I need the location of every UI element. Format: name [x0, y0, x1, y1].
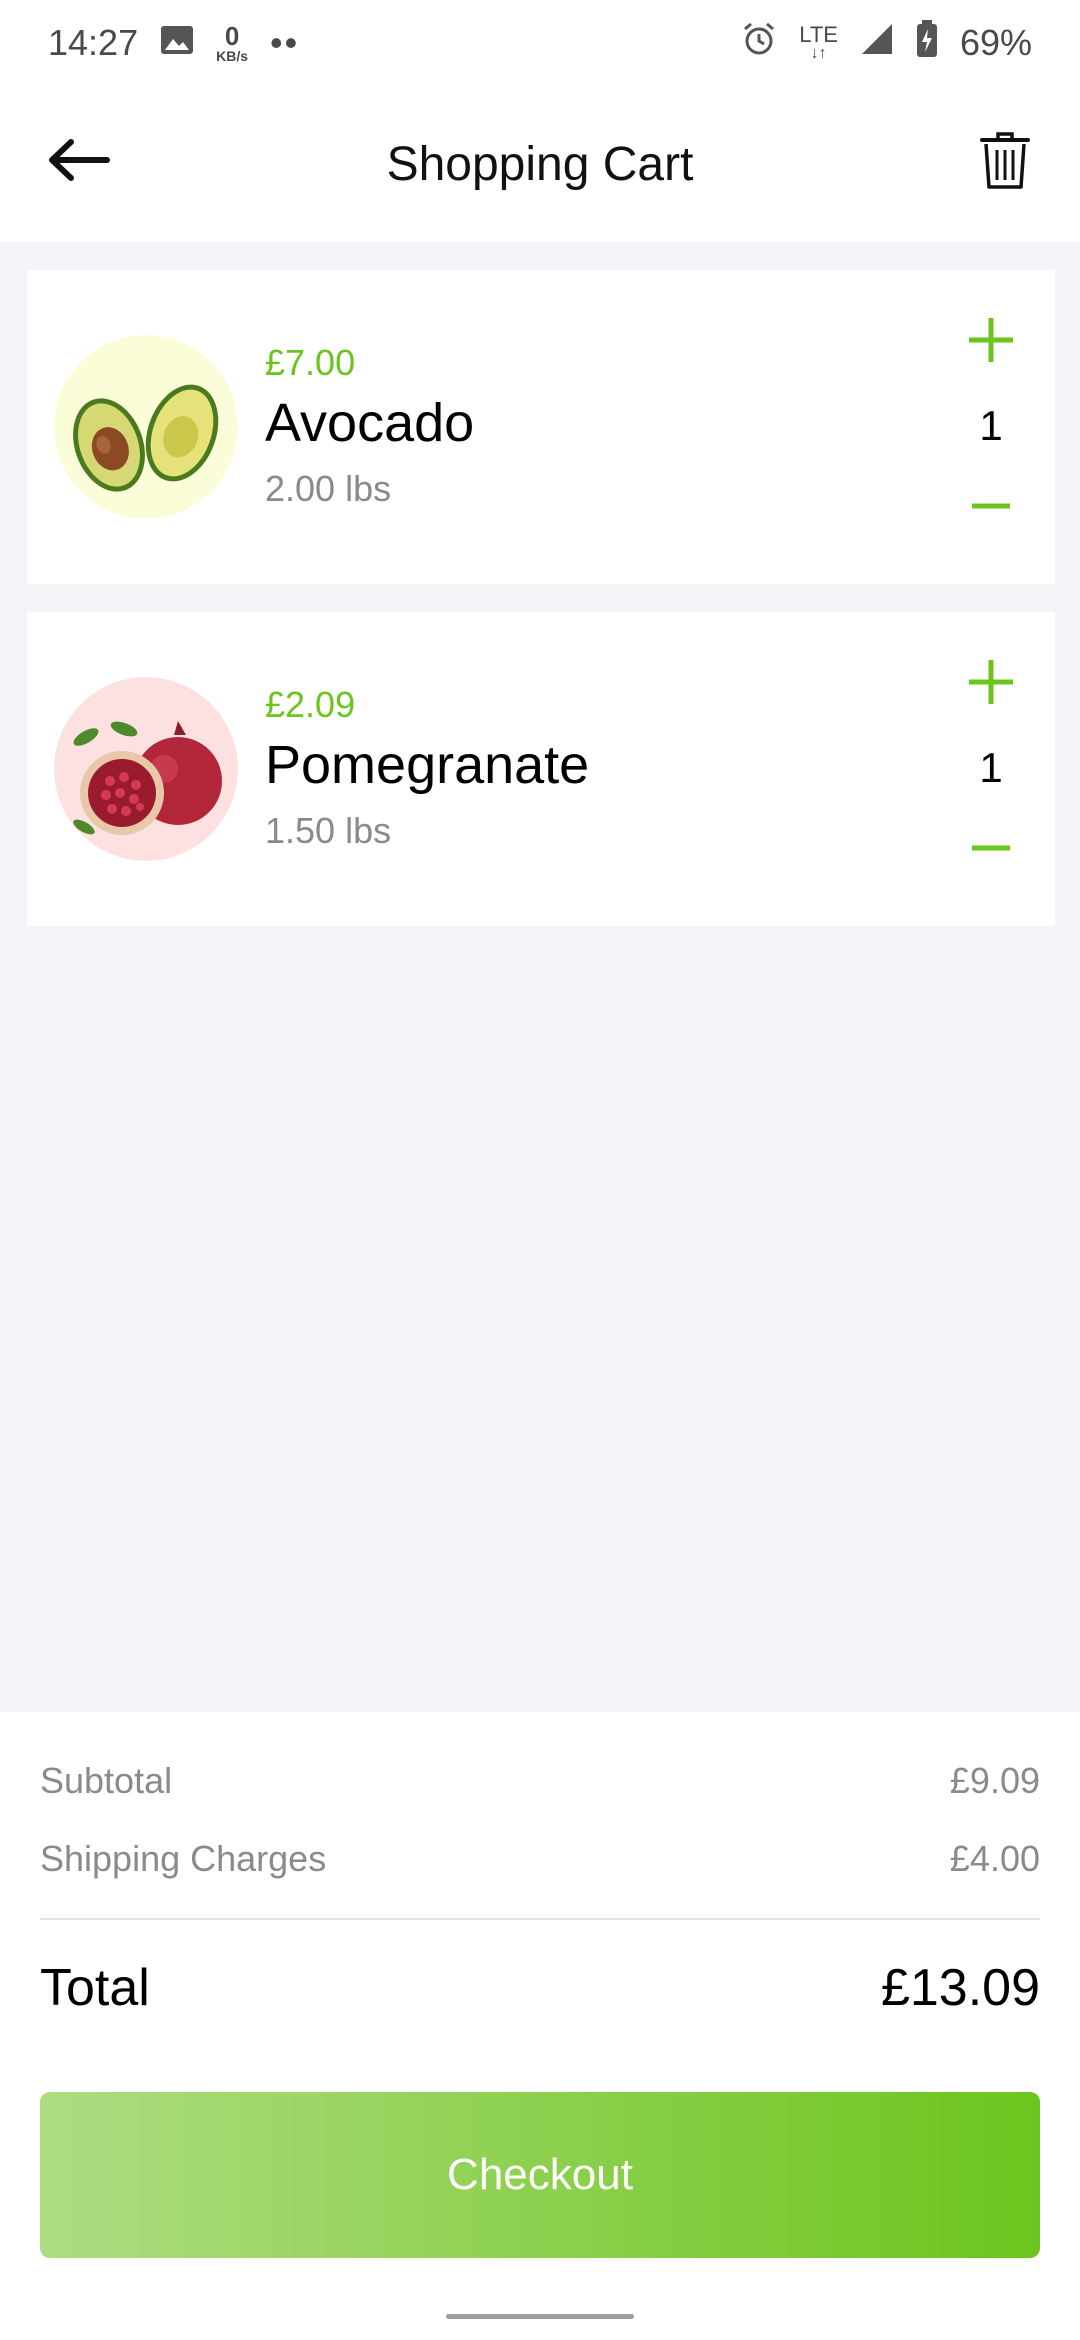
- item-name: Avocado: [265, 393, 475, 453]
- cart-item-pomegranate: £2.09 Pomegranate 1.50 lbs 1: [27, 612, 1055, 926]
- checkout-button[interactable]: Checkout: [40, 2092, 1040, 2258]
- item-info: £7.00 Avocado 2.00 lbs: [265, 342, 474, 510]
- shipping-label: Shipping Charges: [40, 1838, 327, 1879]
- battery-icon: [916, 19, 938, 67]
- item-info: £2.09 Pomegranate 1.50 lbs: [265, 684, 589, 852]
- subtotal-row: Subtotal £9.09: [40, 1760, 1040, 1802]
- cart-item-avocado: £7.00 Avocado 2.00 lbs 1: [27, 270, 1055, 584]
- net-speed-value: 0: [224, 21, 240, 51]
- minus-icon: [972, 845, 1010, 851]
- battery-percent: 69%: [959, 22, 1032, 63]
- quantity-stepper: 1: [955, 310, 1027, 546]
- total-row: Total £13.09: [40, 1958, 1040, 2018]
- decrease-quantity-button[interactable]: [955, 818, 1027, 878]
- subtotal-value: £9.09: [949, 1760, 1040, 1801]
- page-title: Shopping Cart: [386, 137, 694, 191]
- decrease-quantity-button[interactable]: [955, 476, 1027, 536]
- quantity-value: 1: [979, 744, 1003, 791]
- image-icon: [160, 22, 194, 64]
- item-price: £7.00: [265, 342, 356, 383]
- quantity-stepper: 1: [955, 652, 1027, 888]
- shipping-value: £4.00: [949, 1838, 1040, 1879]
- alarm-icon: [741, 21, 777, 66]
- signal-icon: [860, 22, 894, 65]
- trash-icon: [980, 132, 1030, 189]
- arrow-left-icon: [49, 139, 110, 181]
- shipping-row: Shipping Charges £4.00: [40, 1838, 1040, 1880]
- item-weight: 1.50 lbs: [265, 810, 392, 851]
- status-bar: 14:27 0 KB/s •• LTE ↓↑ 69%: [0, 0, 1080, 86]
- subtotal-label: Subtotal: [40, 1760, 173, 1801]
- quantity-value: 1: [979, 402, 1003, 449]
- total-value: £13.09: [880, 1959, 1040, 2017]
- back-button[interactable]: [44, 130, 114, 190]
- minus-icon: [972, 503, 1010, 509]
- net-speed: 0 KB/s: [216, 23, 248, 63]
- net-speed-unit: KB/s: [216, 48, 248, 64]
- item-weight: 2.00 lbs: [265, 468, 392, 509]
- summary-divider: [40, 1918, 1040, 1920]
- item-name: Pomegranate: [265, 735, 590, 795]
- plus-icon: [969, 660, 1013, 704]
- pomegranate-image: [54, 677, 238, 861]
- avocado-image: [54, 335, 238, 519]
- status-right: LTE ↓↑ 69%: [741, 19, 1032, 67]
- lte-label: LTE: [799, 22, 838, 47]
- status-time: 14:27: [48, 22, 139, 63]
- plus-icon: [969, 318, 1013, 362]
- home-indicator[interactable]: [446, 2314, 634, 2319]
- increase-quantity-button[interactable]: [955, 652, 1027, 712]
- data-arrows-icon: ↓↑: [810, 45, 827, 62]
- status-left: 14:27 0 KB/s ••: [48, 22, 299, 64]
- more-notifications-icon: ••: [270, 22, 300, 63]
- lte-indicator: LTE ↓↑: [799, 24, 838, 62]
- increase-quantity-button[interactable]: [955, 310, 1027, 370]
- app-header: Shopping Cart: [0, 86, 1080, 242]
- order-summary: Subtotal £9.09 Shipping Charges £4.00 To…: [0, 1712, 1080, 2340]
- item-price: £2.09: [265, 684, 356, 725]
- clear-cart-button[interactable]: [970, 116, 1040, 206]
- total-label: Total: [40, 1959, 150, 2017]
